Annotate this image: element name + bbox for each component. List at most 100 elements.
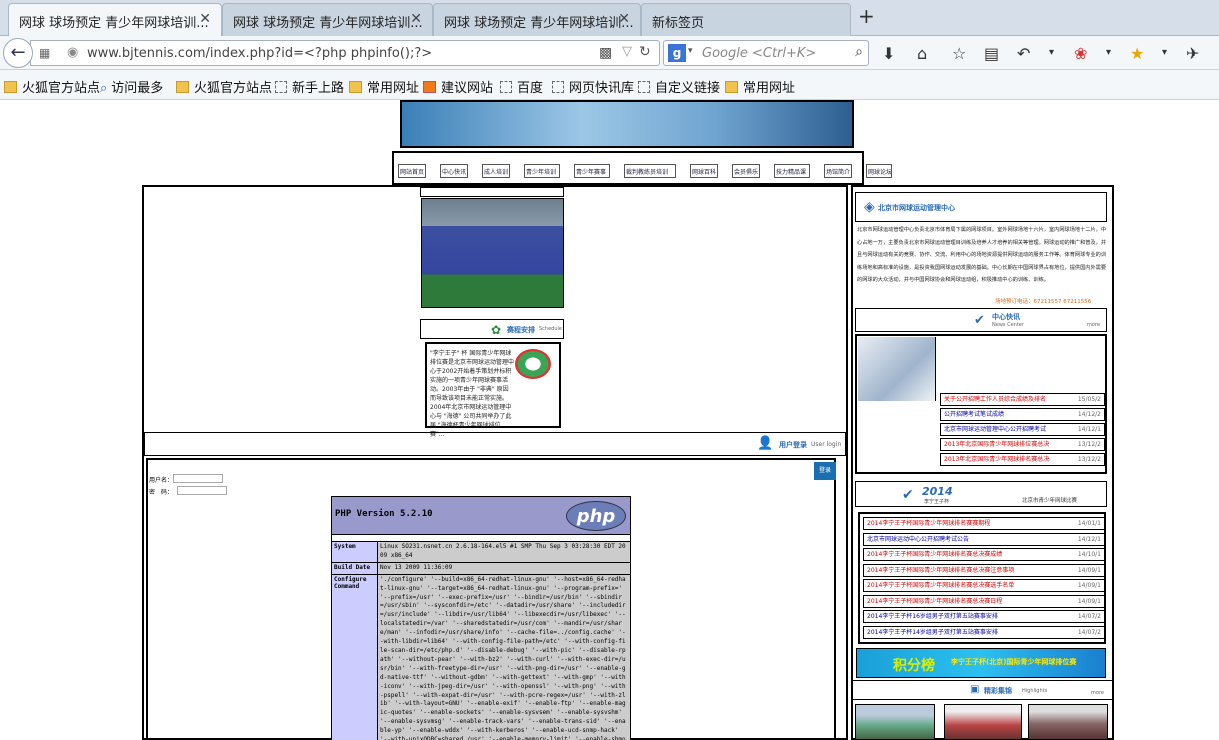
menu-item[interactable]: 网球论坛 [866, 164, 892, 178]
qr-icon[interactable]: ▩ [599, 45, 612, 61]
news-title[interactable]: 2014李宁王子杯14岁组男子双打第五站赛事安排 [867, 627, 998, 638]
addon-icon[interactable]: ❀ [1074, 44, 1087, 63]
url-bar[interactable]: ▦ ◉ www.bjtennis.com/index.php?id=<?php … [30, 40, 660, 66]
menu-item[interactable]: 网球百科 [690, 164, 718, 178]
points-banner[interactable]: 积分榜 李宁王子杯(北京)国际青少年网球排位赛 [856, 648, 1106, 678]
list-item[interactable]: 2014李宁王子杯国际青少年网球排名赛总决赛成绩 14/10/1 [863, 548, 1105, 561]
more-link[interactable]: more [1091, 690, 1104, 696]
news-title[interactable]: 关于公开招聘工作人员综合成绩及排名 [944, 394, 1046, 405]
news-title[interactable]: 2013年北京国际青少年网球排名赛总决 [944, 454, 1049, 465]
list-item[interactable]: 2014李宁王子杯14岁组男子双打第五站赛事安排 14/07/2 [863, 625, 1105, 639]
dropdown-icon[interactable]: ▽ [622, 44, 632, 59]
menu-item[interactable]: 网站首页 [398, 164, 426, 178]
tools-icon[interactable]: ✈ [1186, 44, 1199, 63]
favorites-icon[interactable]: ★ [1130, 44, 1144, 63]
tab-3[interactable]: 网球 球场预定 青少年网球培训... ✕ [433, 3, 641, 36]
search-icon[interactable]: ⌕ [855, 44, 863, 60]
google-icon[interactable]: g [668, 44, 686, 62]
list-item[interactable]: 关于公开招聘工作人员综合成绩及排名 15/05/2 [940, 393, 1105, 406]
close-icon[interactable]: ✕ [199, 11, 211, 27]
site-banner [400, 100, 854, 148]
download-icon[interactable]: ⬇ [882, 44, 895, 63]
tab-1[interactable]: 网球 球场预定 青少年网球培训... ✕ [8, 3, 222, 37]
news-title[interactable]: 2014李宁王子杯16岁组男子双打第五站赛事安排 [867, 611, 998, 622]
highlight-photo[interactable] [855, 704, 935, 740]
chevron-down-icon[interactable]: ▾ [688, 46, 693, 56]
login-button[interactable]: 登录 [814, 462, 836, 480]
news-title[interactable]: 2014李宁王子杯国际青少年网球排名赛总决赛选手名单 [867, 580, 1014, 591]
list-item[interactable]: 公开招聘考试笔试成绩 14/12/2 [940, 408, 1105, 421]
news-title[interactable]: 2014李宁王子杯国际青少年网球排名赛总决赛成绩 [867, 549, 1002, 560]
bookmark-item[interactable]: 建议网站 [423, 77, 493, 96]
list-item[interactable]: 2013年北京国际青少年网球排名赛总决 13/12/2 [940, 453, 1105, 466]
home-icon[interactable]: ⌂ [917, 44, 927, 63]
new-tab-icon[interactable]: + [858, 4, 875, 28]
bookmark-item[interactable]: 火狐官方站点 [4, 77, 100, 96]
bookmark-item[interactable]: 网页快讯库 [552, 77, 634, 96]
news-title[interactable]: 北京市网球运动中心公开招聘考试公告 [867, 534, 969, 545]
tab-label: 网球 球场预定 青少年网球培训... [444, 16, 634, 31]
menu-item[interactable]: 技力精品课 [774, 164, 810, 178]
page-icon [638, 81, 650, 93]
undo-icon[interactable]: ↶ [1017, 44, 1030, 63]
news-center-title: 中心快讯 [992, 313, 1020, 321]
close-icon[interactable]: ✕ [618, 11, 630, 27]
url-text[interactable]: www.bjtennis.com/index.php?id=<?php phpi… [87, 46, 432, 61]
bookmark-item[interactable]: 火狐官方站点 [176, 77, 272, 96]
star-icon[interactable]: ☆ [952, 44, 966, 63]
reader-icon[interactable]: ▤ [984, 44, 999, 63]
news-title[interactable]: 公开招聘考试笔试成绩 [944, 409, 1004, 420]
news-title[interactable]: 北京市网球运动管理中心公开招聘考试 [944, 424, 1046, 435]
news-title[interactable]: 2014李宁王子杯国际青少年网球排名赛总决赛注意事项 [867, 565, 1014, 576]
chevron-down-icon[interactable]: ▾ [1049, 47, 1054, 58]
list-item[interactable]: 北京市网球运动中心公开招聘考试公告 14/12/1 [863, 532, 1105, 546]
chevron-down-icon[interactable]: ▾ [1162, 47, 1167, 58]
bookmark-item[interactable]: 常用网址 [725, 77, 795, 96]
bookmark-item[interactable]: 百度 [500, 77, 543, 96]
highlight-photo[interactable] [1028, 704, 1108, 740]
list-item[interactable]: 2014李宁王子杯国际青少年网球排名赛总决赛日程 14/09/1 [863, 594, 1105, 608]
highlights-header: ▣ 精彩集锦 Highlights more [851, 680, 1113, 700]
close-icon[interactable]: ✕ [410, 11, 422, 27]
tab-2[interactable]: 网球 球场预定 青少年网球培训... ✕ [222, 3, 433, 36]
cup-logo-icon: ✔ [902, 487, 914, 503]
list-item[interactable]: 北京市网球运动管理中心公开招聘考试 14/12/1 [940, 423, 1105, 436]
login-title: 用户登录 [779, 441, 807, 449]
table-row: Build Date Nov 13 2009 11:36:09 [332, 561, 630, 574]
back-button[interactable]: ← [3, 38, 33, 68]
menu-item[interactable]: 会员俱乐 [732, 164, 760, 178]
reload-icon[interactable]: ↻ [639, 44, 651, 60]
list-item[interactable]: 2014李宁王子杯16岁组男子双打第五站赛事安排 14/07/2 [863, 610, 1105, 623]
password-input[interactable] [177, 486, 227, 495]
list-item[interactable]: 2014李宁王子杯国际青少年网球排名赛总决赛注意事项 14/09/1 [863, 563, 1105, 577]
bookmark-item[interactable]: 常用网址 [349, 77, 419, 96]
menu-item[interactable]: 场馆简介 [824, 164, 852, 178]
tab-label: 网球 球场预定 青少年网球培训... [233, 16, 423, 31]
menu-item[interactable]: 裁判教练员培训 [624, 164, 676, 178]
cup-intro-text[interactable]: "李宁王子" 杯 国际青少年网球排位赛是北京市网球运动管理中心于2002开始着手… [430, 349, 514, 439]
list-item[interactable]: 2013年北京国际青少年网球排位赛总决 13/12/2 [940, 438, 1105, 451]
grid-icon[interactable]: ▦ [39, 46, 50, 60]
bookmark-item[interactable]: 自定义链接 [638, 77, 720, 96]
menu-item[interactable]: 中心快讯 [440, 164, 468, 178]
menu-item[interactable]: 青少年赛事 [574, 164, 610, 178]
cup2014-header: ✔ 2014 李宁王子杯 北京市青少年网球比赛 [855, 481, 1107, 507]
folder-icon [4, 81, 17, 93]
list-item[interactable]: 2014李宁王子杯国际青少年网球排名赛赛期程 14/01/1 [863, 517, 1105, 530]
more-link[interactable]: more [1087, 322, 1100, 328]
tab-4[interactable]: 新标签页 [641, 3, 851, 36]
chevron-down-icon[interactable]: ▾ [1106, 47, 1111, 58]
menu-item[interactable]: 成人培训 [482, 164, 510, 178]
news-title[interactable]: 2014李宁王子杯国际青少年网球排名赛赛期程 [867, 518, 990, 529]
bookmark-item[interactable]: ⌕ 访问最多 [100, 77, 163, 96]
news-date: 14/07/2 [1077, 613, 1101, 620]
news-title[interactable]: 2014李宁王子杯国际青少年网球排名赛总决赛日程 [867, 596, 1002, 607]
list-item[interactable]: 2014李宁王子杯国际青少年网球排名赛总决赛选手名单 14/09/1 [863, 579, 1105, 592]
username-input[interactable] [173, 474, 223, 483]
news-title[interactable]: 2013年北京国际青少年网球排位赛总决 [944, 439, 1049, 450]
username-label: 用户名： [149, 477, 174, 484]
menu-item[interactable]: 青少年培训 [524, 164, 560, 178]
bookmark-item[interactable]: 新手上路 [275, 77, 344, 96]
search-box[interactable]: g ▾ Google <Ctrl+K> ⌕ [663, 40, 869, 66]
highlight-photo[interactable] [944, 704, 1022, 740]
